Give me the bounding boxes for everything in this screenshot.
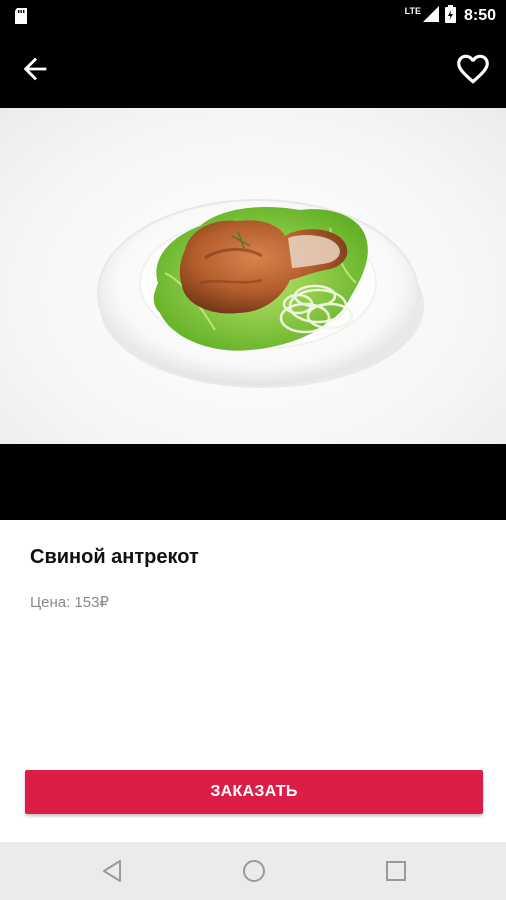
status-icons: LTE 8:50 [405,0,496,32]
nav-recents-icon [386,861,406,881]
status-bar: LTE 8:50 [0,0,506,32]
product-price: Цена: 153₽ [30,594,109,611]
clock: 8:50 [463,7,496,24]
heart-outline-icon [457,54,489,84]
nav-back-button[interactable] [98,856,128,886]
nav-back-icon [103,860,121,882]
battery-icon [444,4,456,28]
order-button[interactable]: ЗАКАЗАТЬ [25,770,483,814]
nav-home-button[interactable] [239,856,269,886]
arrow-left-icon [23,57,47,81]
lte-signal-icon [422,5,439,27]
system-nav-bar [0,842,506,900]
product-title: Свиной антрекот [30,546,199,568]
back-button[interactable] [18,52,52,86]
favorite-button[interactable] [454,50,492,88]
nav-recents-button[interactable] [381,856,411,886]
sd-card-icon [14,8,28,29]
network-type: LTE [404,6,421,16]
top-app-bar [0,32,506,108]
product-details: Свиной антрекот Цена: 153₽ ЗАКАЗАТЬ [0,520,506,842]
nav-home-icon [243,860,265,882]
image-letterbox [0,444,506,520]
product-image [0,108,506,444]
